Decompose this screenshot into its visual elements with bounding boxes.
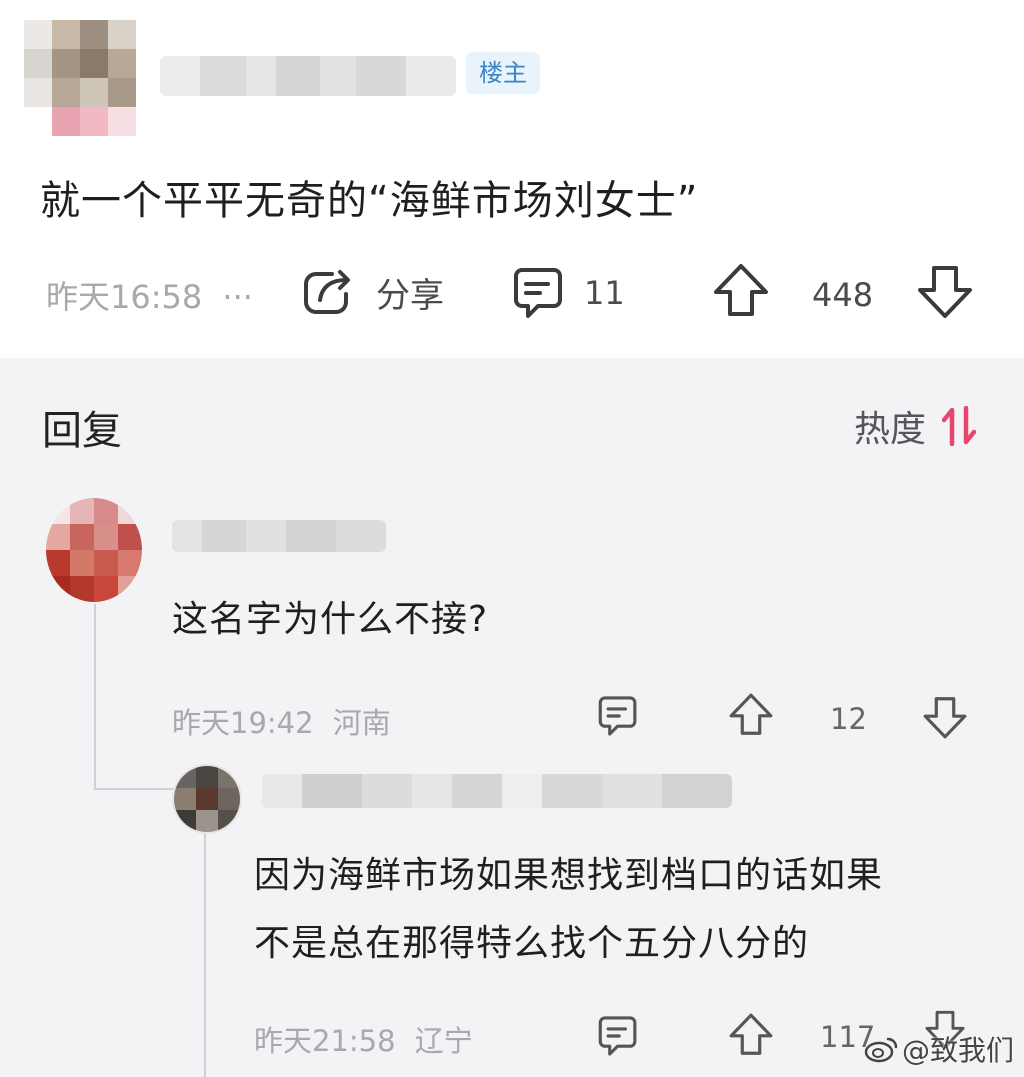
reply-avatar[interactable] (172, 764, 242, 834)
op-username-blurred[interactable] (160, 56, 456, 96)
thread-line (94, 604, 96, 790)
comment-upvote-button[interactable] (728, 692, 774, 738)
comment-button[interactable]: 11 (508, 266, 625, 320)
upvote-count: 448 (812, 276, 874, 314)
op-avatar[interactable] (24, 20, 136, 136)
reply-text-line-2: 不是总在那得特么找个五分八分的 (254, 923, 810, 964)
op-badge: 楼主 (466, 52, 540, 94)
comment-downvote-button[interactable] (922, 694, 968, 740)
downvote-button[interactable] (916, 262, 974, 320)
comment-reply-button[interactable] (594, 694, 638, 738)
upvote-icon (714, 264, 768, 316)
upvote-icon (729, 1013, 773, 1055)
watermark-text: @致我们 (901, 1034, 1014, 1067)
reply-upvote-button[interactable] (728, 1012, 774, 1058)
comment-meta: 昨天19:42 河南 (172, 700, 391, 742)
comment-time: 昨天19:42 (172, 706, 314, 740)
comment-avatar[interactable] (46, 498, 142, 602)
comment-icon (514, 268, 562, 318)
comment-icon (598, 1016, 637, 1056)
reply-location: 辽宁 (414, 1024, 473, 1058)
reply-meta: 昨天21:58 辽宁 (254, 1018, 473, 1060)
post-time: 昨天16:58 ··· (46, 272, 253, 318)
sort-label: 热度 (853, 409, 926, 450)
share-icon (304, 270, 350, 314)
reply-username-blurred[interactable] (262, 774, 732, 808)
post-content: 就一个平平无奇的“海鲜市场刘女士” (40, 178, 699, 224)
downvote-icon (918, 266, 972, 318)
thread-line-2 (204, 826, 206, 1077)
comment-icon (598, 696, 637, 736)
original-post: 楼主 就一个平平无奇的“海鲜市场刘女士” 昨天16:58 ··· 分享 11 4… (0, 0, 1024, 358)
comment-username-blurred[interactable] (172, 520, 386, 552)
comment-upvote-count: 12 (830, 702, 867, 736)
reply-text: 因为海鲜市场如果想找到档口的话如果 不是总在那得特么找个五分八分的 (254, 842, 883, 978)
post-time-text: 昨天16:58 (46, 278, 203, 316)
more-icon[interactable]: ··· (222, 278, 253, 316)
comment-location: 河南 (332, 706, 391, 740)
watermark: @致我们 (864, 1029, 1014, 1069)
share-label: 分享 (376, 275, 444, 316)
sort-arrows-icon (942, 406, 976, 446)
sort-toggle[interactable]: 热度 (854, 400, 976, 452)
share-button[interactable]: 分享 (302, 266, 444, 318)
comment-count: 11 (584, 274, 625, 312)
reply-reply-button[interactable] (594, 1014, 638, 1058)
replies-title: 回复 (42, 408, 122, 454)
upvote-button[interactable] (712, 262, 770, 320)
reply-time: 昨天21:58 (254, 1024, 396, 1058)
downvote-icon (923, 697, 967, 739)
upvote-icon (729, 693, 773, 735)
weibo-icon (864, 1037, 898, 1063)
thread-line-branch (94, 788, 174, 790)
comment-text: 这名字为什么不接? (172, 599, 489, 640)
reply-text-line-1: 因为海鲜市场如果想找到档口的话如果 (254, 855, 884, 896)
